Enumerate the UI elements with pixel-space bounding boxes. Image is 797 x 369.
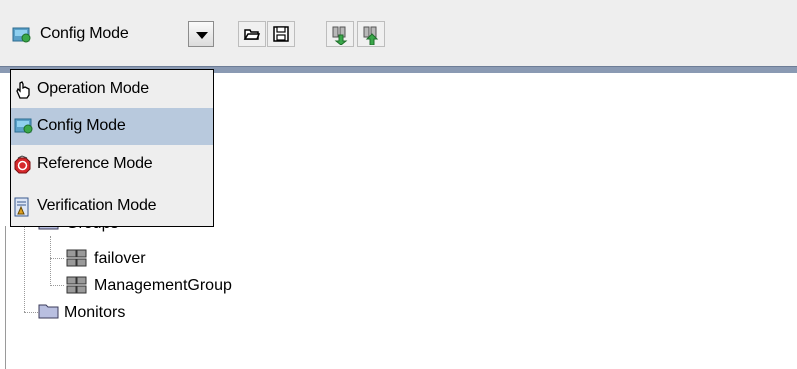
menu-item-label: Config Mode bbox=[37, 117, 126, 134]
floppy-disk-icon bbox=[273, 26, 289, 42]
menu-item-label: Operation Mode bbox=[37, 80, 149, 97]
config-mode-icon bbox=[14, 118, 33, 134]
menu-item-reference-mode[interactable]: Reference Mode bbox=[11, 146, 213, 183]
download-button[interactable] bbox=[326, 21, 354, 47]
tree-node-failover[interactable]: failover bbox=[66, 248, 186, 270]
upload-button[interactable] bbox=[357, 21, 385, 47]
tree-connector bbox=[50, 236, 51, 286]
tree-connector bbox=[24, 226, 25, 312]
open-button[interactable] bbox=[238, 21, 266, 47]
folder-icon bbox=[38, 304, 59, 319]
tree-connector bbox=[50, 258, 64, 259]
tree-connector bbox=[50, 285, 64, 286]
upload-arrow-icon bbox=[363, 26, 379, 45]
mode-combo[interactable]: Config Mode bbox=[10, 17, 216, 51]
folder-open-icon bbox=[243, 29, 261, 40]
toolbar: Config Mode bbox=[0, 0, 797, 66]
tree-node-monitors[interactable]: Monitors bbox=[38, 302, 158, 324]
tree-node-label: failover bbox=[94, 250, 146, 267]
menu-item-operation-mode[interactable]: Operation Mode bbox=[11, 71, 213, 108]
stop-sign-icon bbox=[14, 155, 31, 174]
document-check-icon bbox=[14, 197, 29, 217]
menu-item-label: Verification Mode bbox=[37, 197, 157, 214]
config-mode-icon bbox=[12, 27, 31, 43]
menu-item-verification-mode[interactable]: Verification Mode bbox=[11, 188, 213, 225]
chevron-down-icon[interactable] bbox=[188, 21, 214, 47]
panel-left-border bbox=[5, 226, 6, 369]
tree-node-label: Monitors bbox=[64, 304, 126, 321]
menu-item-config-mode[interactable]: Config Mode bbox=[11, 108, 213, 145]
tree-connector bbox=[24, 312, 38, 313]
hand-cursor-icon bbox=[16, 81, 30, 99]
tree-node-managementgroup[interactable]: ManagementGroup bbox=[66, 275, 266, 297]
mode-dropdown-menu: Operation Mode Config Mode Reference Mod… bbox=[10, 69, 214, 227]
tree-node-label: ManagementGroup bbox=[94, 277, 232, 294]
download-arrow-icon bbox=[332, 26, 348, 45]
mode-combo-value: Config Mode bbox=[40, 25, 129, 42]
menu-item-label: Reference Mode bbox=[37, 155, 153, 172]
save-button[interactable] bbox=[267, 21, 295, 47]
server-group-icon bbox=[66, 249, 87, 267]
server-group-icon bbox=[66, 276, 87, 294]
